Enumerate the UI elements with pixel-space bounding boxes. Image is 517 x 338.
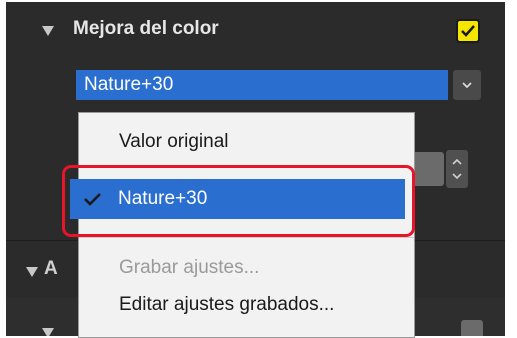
second-section-title: A (44, 258, 58, 279)
stepper-arrows-icon (452, 158, 462, 180)
menu-item-label: Editar ajustes grabados... (119, 294, 335, 315)
menu-item-grabar-ajustes: Grabar ajustes... (79, 252, 414, 284)
value-stepper[interactable] (446, 150, 468, 188)
check-icon (461, 25, 475, 37)
sub-section-checkbox[interactable] (461, 320, 483, 336)
triangle-down-icon (26, 267, 38, 277)
menu-item-label: Grabar ajustes... (119, 257, 260, 278)
color-enhancement-header[interactable]: Mejora del color (6, 2, 505, 64)
triangle-down-icon[interactable] (42, 328, 54, 336)
menu-item-valor-original[interactable]: Valor original (79, 126, 414, 158)
chevron-down-icon (462, 82, 472, 89)
menu-separator (79, 237, 414, 238)
menu-item-editar-ajustes[interactable]: Editar ajustes grabados... (79, 289, 414, 321)
enable-checkbox[interactable] (456, 19, 480, 43)
picture-control-select[interactable]: Nature+30 (76, 70, 448, 100)
section-title: Mejora del color (73, 18, 219, 39)
menu-item-label: Valor original (119, 131, 229, 152)
highlight-annotation (62, 165, 415, 237)
triangle-down-icon[interactable] (42, 26, 54, 36)
select-dropdown-button[interactable] (453, 70, 481, 100)
